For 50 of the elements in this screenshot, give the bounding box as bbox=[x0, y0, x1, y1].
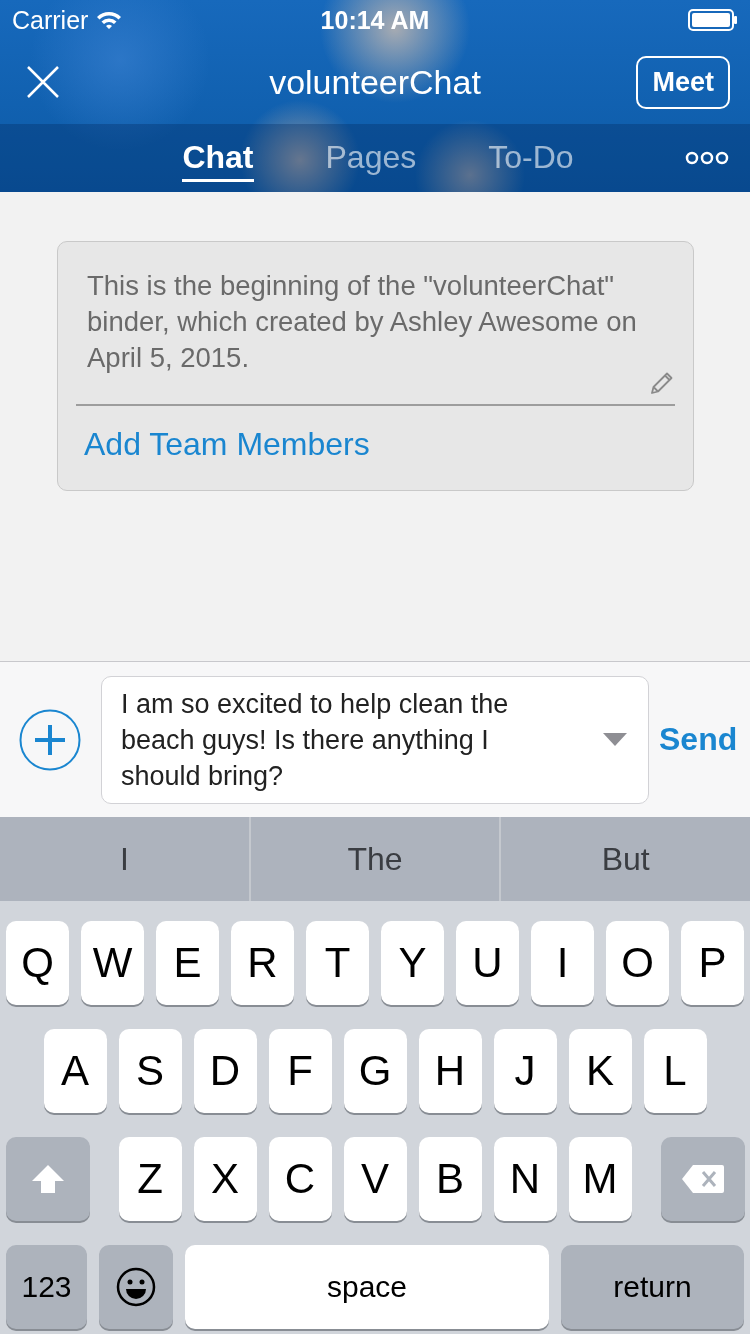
dropdown-caret-icon[interactable] bbox=[603, 733, 627, 746]
keyboard-key[interactable]: G bbox=[343, 1029, 407, 1113]
keyboard-key[interactable]: Q bbox=[6, 921, 69, 1005]
keyboard-key[interactable]: Z bbox=[118, 1137, 182, 1221]
message-field[interactable]: I am so excited to help clean the beach guys! Is there anything I should bring? bbox=[101, 675, 649, 804]
keyboard-key[interactable]: B bbox=[418, 1137, 482, 1221]
emoji-icon bbox=[116, 1267, 156, 1307]
keyboard-key[interactable]: M bbox=[568, 1137, 632, 1221]
carrier-name: Carrier bbox=[12, 5, 89, 35]
keyboard-key[interactable]: F bbox=[268, 1029, 332, 1113]
meet-button[interactable]: Meet bbox=[636, 55, 730, 109]
keyboard-key[interactable]: space bbox=[185, 1245, 549, 1329]
keyboard-key[interactable] bbox=[99, 1245, 173, 1329]
keyboard-key[interactable]: N bbox=[493, 1137, 557, 1221]
keyboard-key[interactable]: J bbox=[493, 1029, 557, 1113]
delete-icon bbox=[680, 1164, 725, 1194]
intro-text: This is the beginning of the "volunteerChat" binder, which created by Ashley Awesome on April 5, 2015. bbox=[86, 269, 638, 375]
keyboard-key[interactable]: C bbox=[268, 1137, 332, 1221]
send-button[interactable]: Send bbox=[659, 721, 738, 758]
keyboard-key[interactable]: O bbox=[606, 921, 669, 1005]
chat-title: volunteerChat bbox=[269, 62, 481, 102]
wifi-icon bbox=[96, 10, 123, 30]
keyboard-key[interactable]: return bbox=[561, 1245, 744, 1329]
keyboard-key[interactable]: S bbox=[118, 1029, 182, 1113]
keyboard-key[interactable]: X bbox=[193, 1137, 257, 1221]
pencil-icon[interactable] bbox=[649, 370, 675, 396]
suggestion-item[interactable]: I bbox=[0, 817, 249, 901]
battery-icon bbox=[688, 9, 738, 31]
keyboard-key[interactable]: L bbox=[643, 1029, 707, 1113]
keyboard-key[interactable]: K bbox=[568, 1029, 632, 1113]
keyboard-key[interactable]: I bbox=[531, 921, 594, 1005]
status-time: 10:14 AM bbox=[320, 5, 430, 35]
keyboard-key[interactable]: Y bbox=[381, 921, 444, 1005]
tab[interactable]: To-Do bbox=[488, 134, 574, 182]
close-icon[interactable] bbox=[26, 65, 60, 99]
more-icon[interactable] bbox=[685, 151, 729, 165]
keyboard-key[interactable]: R bbox=[231, 921, 294, 1005]
keyboard-key[interactable]: T bbox=[306, 921, 369, 1005]
keyboard-key[interactable]: A bbox=[43, 1029, 107, 1113]
keyboard-key[interactable]: D bbox=[193, 1029, 257, 1113]
keyboard-key[interactable]: E bbox=[156, 921, 219, 1005]
keyboard-key[interactable]: V bbox=[343, 1137, 407, 1221]
keyboard-key[interactable]: H bbox=[418, 1029, 482, 1113]
add-icon[interactable] bbox=[19, 708, 81, 771]
keyboard-key[interactable]: 123 bbox=[6, 1245, 87, 1329]
keyboard-key[interactable]: U bbox=[456, 921, 519, 1005]
keyboard-key[interactable]: W bbox=[81, 921, 144, 1005]
keyboard-key[interactable]: P bbox=[681, 921, 744, 1005]
tab[interactable]: Chat bbox=[182, 134, 254, 182]
tab[interactable]: Pages bbox=[325, 134, 417, 182]
